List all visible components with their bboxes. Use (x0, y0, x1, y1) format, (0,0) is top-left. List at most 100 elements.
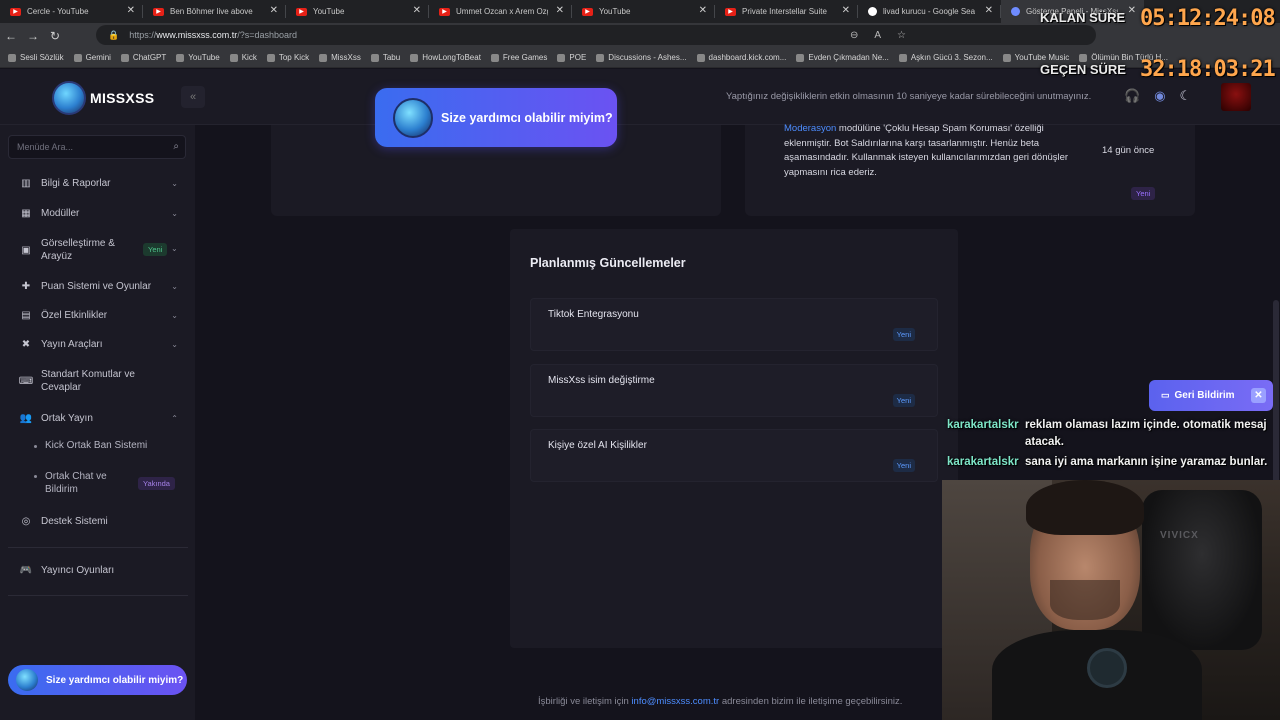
bookmark-icon (696, 53, 705, 62)
sidebar-item-co-stream[interactable]: 👥 Ortak Yayın ⌃ (20, 412, 180, 425)
browser-tab[interactable]: livad kurucu - Google Search✕ (858, 0, 1001, 23)
read-aloud-icon[interactable]: A (874, 30, 881, 41)
chevron-down-icon: ⌄ (171, 282, 178, 291)
bookmark-item[interactable]: Evden Çıkmadan Ne... (796, 53, 889, 62)
bookmark-item[interactable]: HowLongToBeat (410, 53, 481, 62)
chart-icon: ▥ (21, 178, 31, 189)
app-header: MISSXSS « Yaptığınız değişikliklerin etk… (0, 69, 1280, 125)
feedback-button[interactable]: ▭ Geri Bildirim ✕ (1149, 380, 1273, 411)
zoom-icon[interactable]: ⊖ (850, 30, 858, 41)
browser-tab[interactable]: ▶ YouTube ✕ (572, 0, 715, 23)
forward-icon[interactable]: → (22, 29, 44, 43)
missxss-icon (1011, 7, 1020, 16)
close-icon[interactable]: ✕ (1251, 388, 1266, 403)
youtube-icon: ▶ (10, 7, 21, 16)
mascot-icon (52, 81, 86, 115)
reload-icon[interactable]: ↻ (44, 29, 66, 43)
header-notice: Yaptığınız değişikliklerin etkin olmasın… (726, 91, 1092, 102)
help-button[interactable]: Size yardımcı olabilir miyim? (375, 88, 617, 147)
bookmark-icon (796, 53, 805, 62)
sidebar-subitem-ban-system[interactable]: Kick Ortak Ban Sistemi (34, 440, 179, 451)
close-tab-icon[interactable]: ✕ (1128, 5, 1136, 16)
close-tab-icon[interactable]: ✕ (413, 5, 421, 16)
sidebar-subitem-co-chat[interactable]: Ortak Chat ve Bildirim (34, 470, 129, 496)
menu-search-input[interactable]: Menüde Ara... ⌕ (8, 135, 186, 159)
sidebar-item-reports[interactable]: ▥ Bilgi & Raporlar ⌄ (20, 177, 180, 190)
sidebar-item-modules[interactable]: ▦ Modüller ⌄ (20, 207, 180, 220)
bookmark-item[interactable]: Sesli Sözlük (8, 53, 64, 62)
youtube-icon: ▶ (582, 7, 593, 16)
search-icon: ⌕ (173, 141, 179, 152)
chat-username: karakartalskr (947, 456, 1019, 468)
sidebar: Menüde Ara... ⌕ ▥ Bilgi & Raporlar ⌄ ▦ Modü… (0, 125, 195, 720)
chevron-down-icon: ⌄ (171, 311, 178, 320)
close-tab-icon[interactable]: ✕ (842, 5, 850, 16)
close-tab-icon[interactable]: ✕ (127, 5, 135, 16)
bookmark-item[interactable]: Aşkın Gücü 3. Sezon... (898, 53, 993, 62)
browser-tab[interactable]: ▶ Cercle - YouTube ✕ (0, 0, 143, 23)
sidebar-item-commands[interactable]: ⌨ Standart Komutlar ve Cevaplar (19, 368, 150, 394)
browser-tab[interactable]: ▶ YouTube ✕ (286, 0, 429, 23)
close-tab-icon[interactable]: ✕ (699, 5, 707, 16)
bookmark-item[interactable]: Kick (229, 53, 257, 62)
sidebar-item-events[interactable]: ▤ Özel Etkinlikler ⌄ (20, 309, 180, 322)
elapsed-time: 32:18:03:21 (1140, 57, 1276, 82)
bookmark-item[interactable]: POE (557, 53, 586, 62)
sidebar-item-points[interactable]: ✚ Puan Sistemi ve Oyunlar ⌄ (20, 280, 180, 293)
bookmark-item[interactable]: dashboard.kick.com... (696, 53, 786, 62)
collapse-sidebar-button[interactable]: « (181, 86, 205, 108)
browser-tab[interactable]: ▶ Ben Böhmer live above ✕ (143, 0, 286, 23)
new-badge: Yeni (892, 459, 915, 472)
close-tab-icon[interactable]: ✕ (556, 5, 564, 16)
sidebar-item-stream-tools[interactable]: ✖ Yayın Araçları ⌄ (20, 338, 180, 351)
new-badge: Yeni (892, 394, 915, 407)
close-tab-icon[interactable]: ✕ (985, 5, 993, 16)
bookmark-item[interactable]: Top Kick (266, 53, 309, 62)
mascot-icon (393, 97, 433, 138)
close-tab-icon[interactable]: ✕ (270, 5, 278, 16)
favorite-star-icon[interactable]: ☆ (897, 30, 906, 41)
chat-username: karakartalskr (947, 419, 1019, 431)
bookmark-item[interactable]: Free Games (490, 53, 547, 62)
bookmark-icon (596, 53, 605, 62)
headset-icon[interactable]: 🎧 (1124, 88, 1140, 104)
sidebar-help-button[interactable]: Size yardımcı olabilir miyim? (8, 665, 187, 695)
google-icon (868, 7, 877, 16)
sidebar-item-visualization[interactable]: ▣ Görselleştirme & Arayüz (20, 237, 142, 263)
chevron-up-icon: ⌃ (171, 414, 178, 423)
bookmark-item[interactable]: MissXss (319, 53, 361, 62)
gaming-chair (1142, 490, 1262, 650)
chevron-down-icon: ⌄ (171, 179, 178, 188)
logo[interactable]: MISSXSS (52, 81, 154, 115)
dark-mode-icon[interactable]: ☾ (1180, 88, 1192, 104)
bookmark-item[interactable]: Gemini (73, 53, 111, 62)
contact-email-link[interactable]: info@missxss.com.tr (631, 696, 719, 707)
remaining-label: KALAN SÜRE (1040, 10, 1126, 25)
bookmark-icon (319, 53, 328, 62)
footer-contact: İşbirliği ve iletişim için info@missxss.… (538, 696, 903, 707)
update-time: 14 gün önce (1102, 145, 1155, 156)
browser-tab[interactable]: ▶ Private Interstellar Suite ✕ (715, 0, 858, 23)
planned-update-item: MissXss isim değiştirme Yeni (530, 364, 938, 417)
bookmark-item[interactable]: Tabu (370, 53, 400, 62)
bookmark-icon (490, 53, 499, 62)
back-icon[interactable]: ← (0, 29, 22, 43)
sidebar-item-support[interactable]: ◎ Destek Sistemi (20, 515, 180, 528)
youtube-icon: ▶ (296, 7, 307, 16)
bookmark-icon (73, 53, 82, 62)
update-text: Moderasyon modülüne 'Çoklu Hesap Spam Ko… (784, 123, 1069, 178)
bookmark-item[interactable]: YouTube (176, 53, 220, 62)
avatar[interactable] (1221, 83, 1251, 111)
new-badge: Yeni (143, 243, 168, 256)
discord-icon[interactable]: ◉ (1154, 88, 1165, 104)
url-input[interactable]: 🔒 https://www.missxss.com.tr/?s=dashboar… (96, 25, 1096, 45)
module-link[interactable]: Moderasyon (784, 123, 836, 134)
sidebar-item-streamer-games[interactable]: 🎮 Yayıncı Oyunları (20, 564, 180, 577)
new-badge: Yeni (1131, 187, 1156, 200)
gift-icon: ✚ (21, 281, 31, 292)
browser-tab[interactable]: ▶ Ummet Ozcan x Arem Ozgu ✕ (429, 0, 572, 23)
bookmark-item[interactable]: ChatGPT (120, 53, 166, 62)
bookmark-item[interactable]: Discussions - Ashes... (596, 53, 687, 62)
bookmark-item[interactable]: YouTube Music (1002, 53, 1069, 62)
planned-update-item: Kişiye özel AI Kişilikler Yeni (530, 429, 938, 482)
